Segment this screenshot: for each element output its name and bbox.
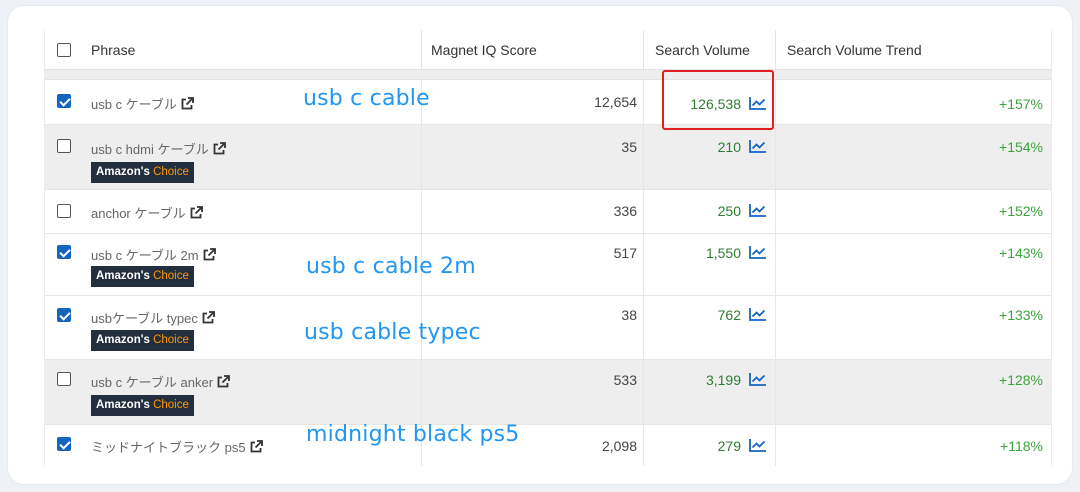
trend-chart-icon[interactable]	[749, 307, 767, 321]
trend-percent: +154%	[999, 139, 1043, 155]
amazons-choice-badge: Amazon's Choice	[91, 395, 194, 416]
phrase-cell[interactable]: usb c ケーブル anker	[91, 372, 230, 392]
annotation-note: midnight black ps5	[306, 422, 520, 447]
phrase-text: usb c ケーブル anker	[91, 375, 214, 390]
phrase-cell[interactable]: usb c hdmi ケーブル	[91, 139, 226, 159]
annotation-note: usb cable typec	[304, 320, 481, 345]
iq-score: 2,098	[601, 438, 637, 454]
iq-score: 12,654	[594, 94, 637, 110]
iq-score: 517	[613, 245, 637, 261]
trend-chart-icon[interactable]	[749, 139, 767, 153]
phrase-text: usb c ケーブル	[91, 97, 177, 112]
trend-percent: +157%	[999, 96, 1043, 112]
row-checkbox[interactable]	[57, 204, 71, 218]
row-checkbox[interactable]	[57, 139, 71, 153]
phrase-text: usbケーブル typec	[91, 311, 198, 326]
row-checkbox[interactable]	[57, 437, 71, 451]
row-checkbox[interactable]	[57, 94, 71, 108]
annotation-note: usb c cable 2m	[306, 254, 476, 279]
phrase-cell[interactable]: usb c ケーブル	[91, 94, 194, 114]
phrase-cell[interactable]: usb c ケーブル 2m	[91, 245, 216, 265]
keyword-results-card: Phrase Magnet IQ Score Search Volume Sea…	[8, 6, 1072, 484]
phrase-cell[interactable]: anchor ケーブル	[91, 203, 203, 223]
trend-chart-icon[interactable]	[749, 438, 767, 452]
iq-score: 336	[613, 203, 637, 219]
table-row[interactable]: usb c ケーブル 12,654 126,538 +157%	[45, 80, 1051, 125]
external-link-icon[interactable]	[189, 206, 203, 223]
iq-score: 533	[613, 372, 637, 388]
table-header: Phrase Magnet IQ Score Search Volume Sea…	[45, 30, 1051, 70]
row-checkbox[interactable]	[57, 308, 71, 322]
table-row[interactable]: ミッドナイトブラック ps5 2,098 279 +118%	[45, 425, 1051, 466]
search-volume: 279	[717, 438, 741, 454]
keyword-table: Phrase Magnet IQ Score Search Volume Sea…	[44, 30, 1052, 466]
phrase-text: usb c ケーブル 2m	[91, 248, 199, 263]
table-row[interactable]: usb c ケーブル anker Amazon's Choice 533 3,1…	[45, 360, 1051, 425]
search-volume: 210	[717, 139, 741, 155]
select-all-checkbox[interactable]	[57, 43, 71, 57]
external-link-icon[interactable]	[180, 97, 194, 114]
phrase-cell[interactable]: usbケーブル typec	[91, 308, 215, 328]
header-phrase[interactable]: Phrase	[91, 30, 135, 70]
search-volume: 762	[717, 307, 741, 323]
row-checkbox[interactable]	[57, 245, 71, 259]
external-link-icon[interactable]	[201, 311, 215, 328]
phrase-text: anchor ケーブル	[91, 206, 186, 221]
iq-score: 35	[621, 139, 637, 155]
trend-chart-icon[interactable]	[749, 245, 767, 259]
trend-chart-icon[interactable]	[749, 372, 767, 386]
search-volume: 3,199	[705, 372, 741, 388]
table-row[interactable]: usbケーブル typec Amazon's Choice 38 762 +13…	[45, 296, 1051, 360]
iq-score: 38	[621, 307, 637, 323]
trend-percent: +118%	[1000, 438, 1043, 454]
row-checkbox[interactable]	[57, 372, 71, 386]
highlight-box	[662, 70, 774, 130]
external-link-icon[interactable]	[202, 248, 216, 265]
amazons-choice-badge: Amazon's Choice	[91, 162, 194, 183]
phrase-text: usb c hdmi ケーブル	[91, 142, 209, 157]
trend-percent: +133%	[999, 307, 1043, 323]
external-link-icon[interactable]	[212, 142, 226, 159]
trend-percent: +143%	[999, 245, 1043, 261]
amazons-choice-badge: Amazon's Choice	[91, 330, 194, 351]
trend-percent: +128%	[999, 372, 1043, 388]
phrase-text: ミッドナイトブラック ps5	[91, 440, 246, 455]
trend-percent: +152%	[999, 203, 1043, 219]
external-link-icon[interactable]	[216, 375, 230, 392]
header-search-volume-trend[interactable]: Search Volume Trend	[787, 30, 922, 70]
phrase-cell[interactable]: ミッドナイトブラック ps5	[91, 437, 263, 457]
annotation-note: usb c cable	[303, 86, 430, 111]
header-iq-score[interactable]: Magnet IQ Score	[431, 30, 537, 70]
header-search-volume[interactable]: Search Volume	[655, 30, 750, 70]
external-link-icon[interactable]	[249, 440, 263, 457]
search-volume: 1,550	[705, 245, 741, 261]
trend-chart-icon[interactable]	[749, 203, 767, 217]
search-volume: 250	[717, 203, 741, 219]
table-row[interactable]: usb c ケーブル 2m Amazon's Choice 517 1,550 …	[45, 234, 1051, 296]
amazons-choice-badge: Amazon's Choice	[91, 266, 194, 287]
table-row[interactable]: usb c hdmi ケーブル Amazon's Choice 35 210 +…	[45, 125, 1051, 190]
table-row[interactable]: anchor ケーブル 336 250 +152%	[45, 190, 1051, 234]
